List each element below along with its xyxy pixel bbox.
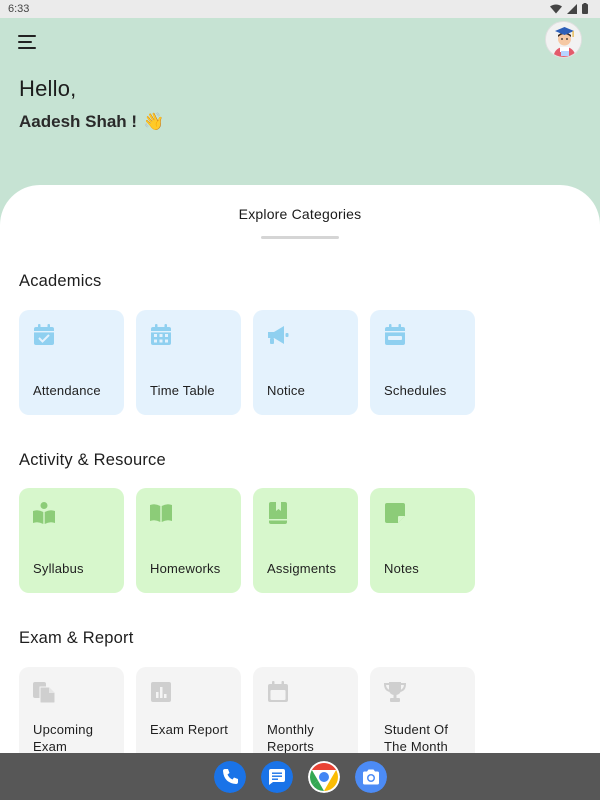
calendar-blank-icon [268, 681, 288, 702]
sticky-note-icon [385, 503, 405, 523]
card-label: Attendance [33, 383, 101, 398]
categories-sheet: Explore Categories Academics Attendance … [0, 185, 600, 753]
card-upcoming-exam[interactable]: Upcoming Exam [19, 667, 124, 753]
card-monthly-reports[interactable]: Monthly Reports [253, 667, 358, 753]
card-label: Time Table [150, 383, 215, 398]
trophy-icon [383, 682, 407, 702]
section-title-activity-resource: Activity & Resource [19, 451, 166, 469]
card-student-of-the-month[interactable]: Student Of The Month [370, 667, 475, 753]
card-homeworks[interactable]: Homeworks [136, 488, 241, 593]
menu-button[interactable] [18, 32, 40, 50]
card-attendance[interactable]: Attendance [19, 310, 124, 415]
user-name: Aadesh Shah ! 👋 [19, 112, 164, 132]
calendar-minus-icon [385, 324, 405, 345]
card-label: Notice [267, 383, 306, 398]
phone-app-icon[interactable] [214, 761, 246, 793]
avatar[interactable] [545, 21, 582, 58]
reader-book-icon [33, 502, 55, 524]
section-title-exam-report: Exam & Report [19, 629, 134, 647]
sheet-title: Explore Categories [238, 206, 362, 222]
card-label: Upcoming Exam [33, 722, 94, 753]
card-time-table[interactable]: Time Table [136, 310, 241, 415]
card-label: Notes [384, 561, 419, 576]
status-icons [550, 3, 588, 14]
open-book-icon [150, 504, 172, 522]
student-avatar-icon [546, 22, 581, 57]
card-notes[interactable]: Notes [370, 488, 475, 593]
navigation-bar [0, 753, 600, 800]
wifi-icon [550, 4, 562, 13]
copy-files-icon [33, 682, 56, 704]
status-bar: 6:33 [0, 0, 600, 18]
card-notice[interactable]: Notice [253, 310, 358, 415]
card-assigments[interactable]: Assigments [253, 488, 358, 593]
chrome-app-icon[interactable] [308, 761, 340, 793]
card-syllabus[interactable]: Syllabus [19, 488, 124, 593]
status-time: 6:33 [8, 3, 30, 15]
card-schedules[interactable]: Schedules [370, 310, 475, 415]
calendar-check-icon [34, 324, 54, 345]
card-exam-report[interactable]: Exam Report [136, 667, 241, 753]
signal-icon [567, 3, 577, 14]
bar-chart-icon [151, 682, 171, 702]
card-label: Schedules [384, 383, 447, 398]
bookmark-book-icon [269, 502, 287, 524]
sheet-title-underline [261, 236, 339, 239]
card-label: Assigments [267, 561, 337, 576]
calendar-grid-icon [151, 324, 171, 345]
card-label: Exam Report [150, 722, 229, 737]
messages-app-icon[interactable] [261, 761, 293, 793]
card-label: Homeworks [150, 561, 221, 576]
card-label: Student Of The Month [384, 722, 449, 753]
camera-app-icon[interactable] [355, 761, 387, 793]
section-title-academics: Academics [19, 272, 102, 290]
battery-icon [582, 3, 588, 14]
megaphone-icon [268, 326, 289, 344]
user-name-text: Aadesh Shah ! [19, 112, 138, 131]
card-label: Monthly Reports [267, 722, 314, 753]
greeting-text: Hello, [19, 76, 77, 101]
card-label: Syllabus [33, 561, 84, 576]
wave-emoji-icon: 👋 [143, 112, 165, 131]
